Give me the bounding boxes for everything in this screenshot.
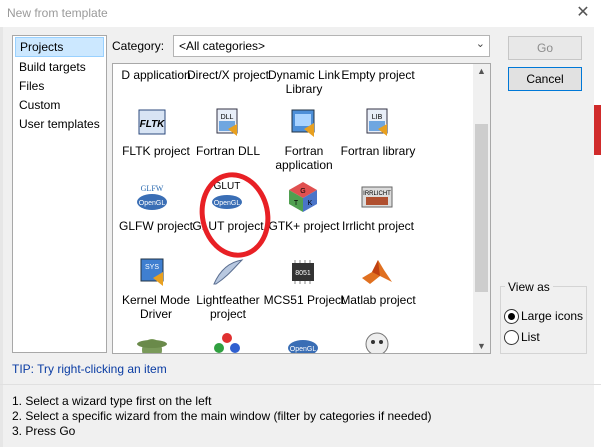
sidebar-item-user-templates[interactable]: User templates (15, 115, 104, 133)
list-radio[interactable] (504, 330, 519, 345)
sidebar-item-custom[interactable]: Custom (15, 96, 104, 114)
template-item-empty-project[interactable]: Empty project (335, 68, 421, 82)
svg-text:OpenGL: OpenGL (214, 200, 241, 207)
fltk-icon: FLTK (135, 107, 169, 139)
title-bar: New from template ✕ (0, 0, 601, 27)
wizard-type-list[interactable]: Projects Build targets Files Custom User… (12, 35, 107, 353)
view-as-label: View as (505, 280, 553, 294)
yoda-icon[interactable] (135, 330, 169, 353)
template-label: Matlab project (340, 293, 416, 307)
svg-text:K: K (308, 200, 313, 207)
svg-text:T: T (294, 200, 299, 207)
matlab-icon (360, 256, 394, 288)
opengl-icon[interactable]: OpenGL (286, 332, 320, 353)
irrlicht-icon: IRRLICHT (360, 181, 394, 213)
mcs51-icon: 8051 (286, 256, 320, 288)
template-label: Empty project (341, 68, 415, 82)
template-label: GTK+ project (268, 219, 340, 233)
mascot-icon[interactable] (360, 330, 394, 353)
template-label: Fortran DLL (195, 144, 261, 158)
svg-text:IRRLICHT: IRRLICHT (363, 191, 391, 197)
large-icons-radio[interactable] (504, 309, 519, 324)
template-label: D application (121, 68, 191, 82)
gtk-icon: GT K (286, 181, 320, 213)
svg-text:GLUT: GLUT (214, 181, 241, 192)
template-label: Fortran library (340, 144, 416, 158)
lightfeather-icon (210, 256, 244, 288)
colored-shapes-icon[interactable] (210, 330, 244, 353)
new-from-template-dialog: New from template ✕ Projects Build targe… (0, 0, 601, 447)
template-label: Irrlicht project (341, 219, 415, 233)
kernel-driver-icon: SYS (135, 256, 169, 288)
window-title: New from template (7, 6, 108, 20)
template-label: Fortran application (275, 144, 333, 172)
list-label[interactable]: List (521, 330, 540, 344)
large-icons-label[interactable]: Large icons (521, 309, 583, 323)
template-grid[interactable]: D application Direct/X project Dynamic L… (112, 63, 491, 354)
instruction-line: 1. Select a wizard type first on the lef… (12, 394, 212, 408)
svg-text:G: G (300, 188, 305, 195)
template-item-lightfeather[interactable]: Lightfeather project (185, 293, 271, 321)
template-item-irrlicht[interactable]: Irrlicht project (335, 219, 421, 233)
template-label: Direct/X project (186, 68, 270, 82)
instruction-line: 2. Select a specific wizard from the mai… (12, 409, 432, 423)
background-red-mark (594, 105, 601, 155)
category-select[interactable]: <All categories> ⌄ (173, 35, 490, 57)
scroll-up-icon[interactable]: ▲ (477, 66, 486, 76)
svg-text:OpenGL: OpenGL (290, 346, 317, 353)
glut-icon: GLUT OpenGL (210, 179, 244, 211)
svg-text:DLL: DLL (221, 114, 234, 121)
category-label: Category: (112, 39, 165, 53)
sidebar-item-files[interactable]: Files (15, 77, 104, 95)
template-label: GLUT project (192, 219, 264, 233)
template-label: MCS51 Project (263, 293, 345, 307)
instructions: 1. Select a wizard type first on the lef… (12, 394, 432, 439)
template-label: Dynamic Link Library (267, 68, 341, 96)
fortran-library-icon: LIB (360, 107, 394, 139)
cancel-button[interactable]: Cancel (508, 67, 582, 91)
template-label: FLTK project (122, 144, 190, 158)
sidebar-item-build-targets[interactable]: Build targets (15, 58, 104, 76)
template-item-fortran-dll[interactable]: Fortran DLL (185, 144, 271, 158)
scroll-down-icon[interactable]: ▼ (477, 341, 486, 351)
instruction-line: 3. Press Go (12, 424, 76, 438)
divider (0, 384, 601, 385)
scrollbar-thumb[interactable] (475, 124, 488, 292)
template-item-matlab[interactable]: Matlab project (335, 293, 421, 307)
tip-text: TIP: Try right-clicking an item (12, 362, 167, 376)
fortran-application-icon (286, 107, 320, 139)
template-label: Kernel Mode Driver (121, 293, 191, 321)
svg-text:FLTK: FLTK (140, 119, 166, 130)
svg-text:LIB: LIB (372, 114, 383, 121)
template-label: Lightfeather project (196, 293, 260, 321)
close-icon[interactable]: ✕ (572, 3, 594, 23)
template-item-fortran-library[interactable]: Fortran library (335, 144, 421, 158)
svg-text:SYS: SYS (145, 264, 159, 271)
go-button[interactable]: Go (508, 36, 582, 60)
sidebar-item-projects[interactable]: Projects (15, 37, 104, 57)
category-value: <All categories> (179, 39, 266, 53)
template-item-directx[interactable]: Direct/X project (185, 68, 271, 82)
svg-text:OpenGL: OpenGL (139, 200, 166, 207)
svg-text:GLFW: GLFW (141, 184, 164, 193)
template-grid-scrollbar[interactable]: ▲ ▼ (473, 64, 490, 353)
svg-text:8051: 8051 (295, 270, 311, 277)
glfw-icon: GLFW OpenGL (135, 181, 169, 213)
fortran-dll-icon: DLL (210, 107, 244, 139)
radio-selected-dot (508, 313, 515, 320)
template-label: GLFW project (118, 219, 193, 233)
chevron-down-icon[interactable]: ⌄ (476, 37, 485, 50)
template-item-glut[interactable]: GLUT project (185, 219, 271, 233)
